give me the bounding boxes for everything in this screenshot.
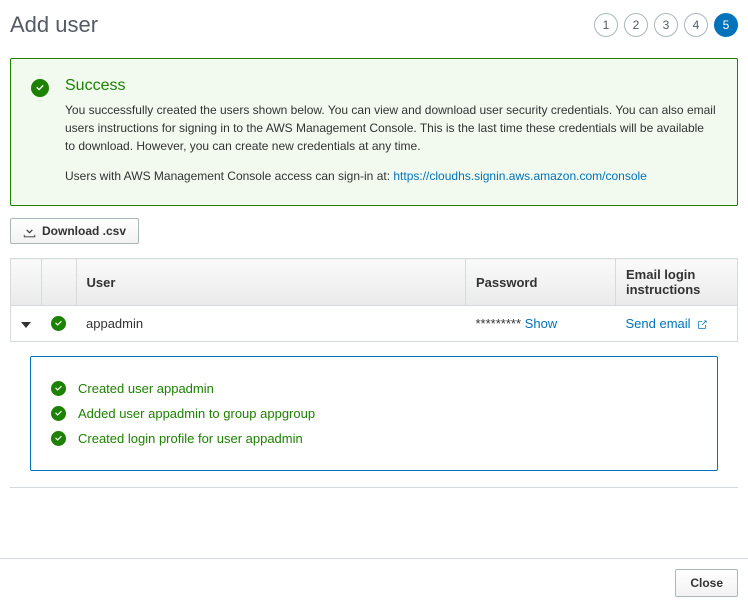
detail-row-1: Created user appadmin — [51, 381, 697, 396]
signin-link[interactable]: https://cloudhs.signin.aws.amazon.com/co… — [393, 169, 646, 183]
table-row[interactable]: appadmin ********* Show Send email — [11, 306, 738, 342]
caret-down-icon[interactable] — [21, 322, 31, 328]
detail-text-1: Created user appadmin — [78, 381, 214, 396]
row-success-icon — [51, 316, 66, 331]
user-cell: appadmin — [76, 306, 466, 342]
users-table: User Password Email login instructions a — [10, 258, 738, 342]
detail-text-2: Added user appadmin to group appgroup — [78, 406, 315, 421]
detail-panel: Created user appadmin Added user appadmi… — [30, 356, 718, 471]
step-4[interactable]: 4 — [684, 13, 708, 37]
success-alert: Success You successfully created the use… — [10, 58, 738, 206]
detail-row-2: Added user appadmin to group appgroup — [51, 406, 697, 421]
external-link-icon — [696, 319, 708, 331]
download-csv-label: Download .csv — [42, 224, 126, 238]
col-toggle — [11, 259, 42, 306]
alert-signin-prefix: Users with AWS Management Console access… — [65, 169, 393, 183]
show-password-link[interactable]: Show — [525, 316, 558, 331]
wizard-steps: 1 2 3 4 5 — [594, 13, 738, 37]
step-1[interactable]: 1 — [594, 13, 618, 37]
success-icon — [51, 381, 66, 396]
step-5[interactable]: 5 — [714, 13, 738, 37]
col-password-header: Password — [466, 259, 616, 306]
success-icon — [51, 431, 66, 446]
close-button[interactable]: Close — [675, 569, 738, 597]
alert-body-2: Users with AWS Management Console access… — [65, 167, 717, 185]
col-status — [41, 259, 76, 306]
detail-row-3: Created login profile for user appadmin — [51, 431, 697, 446]
footer: Close — [0, 558, 748, 607]
table-header-row: User Password Email login instructions — [11, 259, 738, 306]
detail-text-3: Created login profile for user appadmin — [78, 431, 303, 446]
success-icon — [31, 79, 49, 97]
alert-title: Success — [65, 77, 717, 95]
send-email-label: Send email — [626, 316, 691, 331]
step-2[interactable]: 2 — [624, 13, 648, 37]
col-user-header: User — [76, 259, 466, 306]
password-mask: ********* — [476, 316, 522, 331]
alert-body-1: You successfully created the users shown… — [65, 101, 717, 155]
col-email-header: Email login instructions — [616, 259, 738, 306]
success-icon — [51, 406, 66, 421]
download-csv-button[interactable]: Download .csv — [10, 218, 139, 244]
send-email-link[interactable]: Send email — [626, 316, 709, 331]
step-3[interactable]: 3 — [654, 13, 678, 37]
page-title: Add user — [10, 12, 98, 38]
download-icon — [23, 225, 36, 238]
